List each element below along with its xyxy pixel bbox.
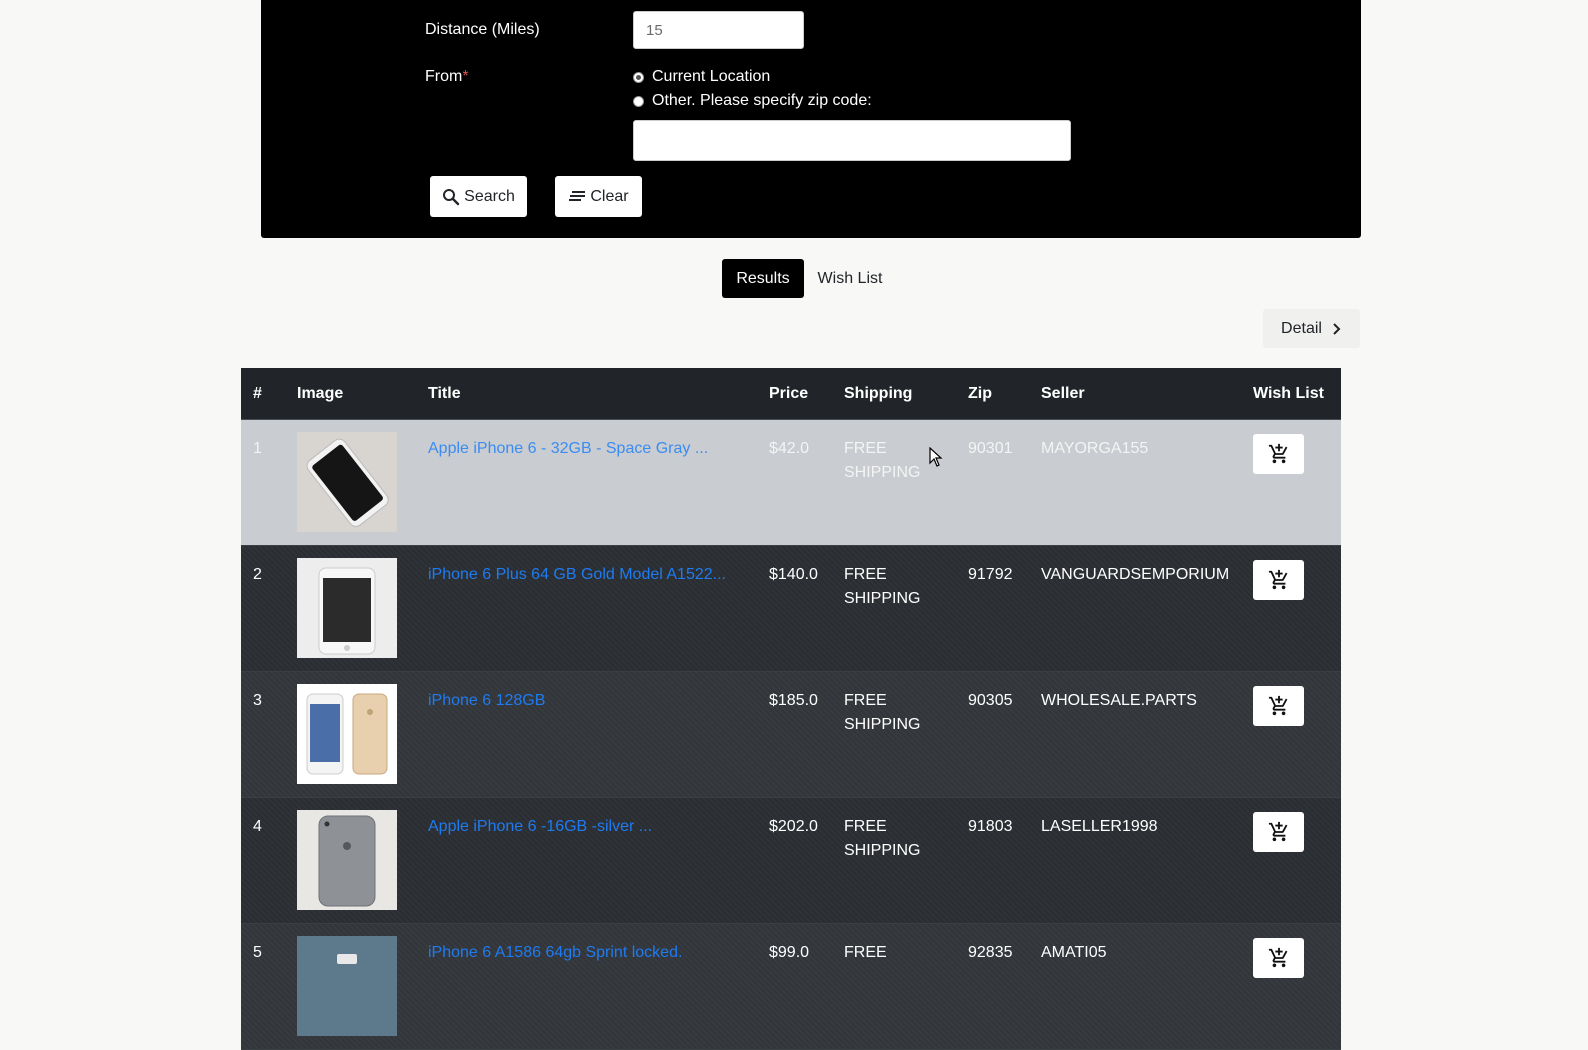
search-button[interactable]: Search <box>430 176 527 217</box>
header-image: Image <box>297 385 344 402</box>
search-form-panel: Distance (Miles) From* Current Location … <box>261 0 1361 238</box>
product-seller: VANGUARDSEMPORIUM <box>1041 566 1230 583</box>
product-shipping: FREE SHIPPING <box>844 815 920 863</box>
product-shipping: FREE SHIPPING <box>844 689 920 737</box>
product-price: $42.0 <box>769 440 810 457</box>
product-image[interactable] <box>297 810 397 910</box>
header-seller: Seller <box>1041 385 1085 402</box>
shipping-line-1: FREE <box>844 692 887 709</box>
shipping-line-2: SHIPPING <box>844 590 921 607</box>
header-title: Title <box>428 385 461 402</box>
product-seller: MAYORGA155 <box>1041 440 1149 457</box>
detail-label: Detail <box>1281 319 1322 337</box>
product-zip: 90305 <box>968 692 1013 709</box>
product-zip: 91803 <box>968 818 1013 835</box>
header-price: Price <box>769 385 809 402</box>
product-title-link[interactable]: iPhone 6 A1586 64gb Sprint locked. <box>428 941 682 965</box>
table-row[interactable]: 3 iPhone 6 128GB $185.0 FREE SHIPPING 90… <box>241 672 1341 798</box>
required-mark: * <box>462 68 469 85</box>
product-image[interactable] <box>297 684 397 784</box>
radio-other-label: Other. Please specify zip code: <box>652 92 872 109</box>
table-row[interactable]: 2 iPhone 6 Plus 64 GB Gold Model A1522..… <box>241 546 1341 672</box>
clear-label: Clear <box>590 187 629 205</box>
table-row[interactable]: 5 iPhone 6 A1586 64gb Sprint locked. $99… <box>241 924 1341 1050</box>
product-price: $140.0 <box>769 566 818 583</box>
detail-button[interactable]: Detail <box>1263 309 1360 348</box>
product-title-link[interactable]: Apple iPhone 6 - 32GB - Space Gray ... <box>428 437 708 461</box>
distance-label: Distance (Miles) <box>425 21 540 38</box>
header-shipping: Shipping <box>844 385 913 402</box>
search-icon <box>443 188 460 205</box>
product-photo <box>297 936 397 1036</box>
add-to-wish-list-button[interactable] <box>1253 560 1304 600</box>
product-title-link[interactable]: Apple iPhone 6 -16GB -silver ... <box>428 815 652 839</box>
product-image[interactable] <box>297 558 397 658</box>
radio-other-zip[interactable]: Other. Please specify zip code: <box>633 92 872 110</box>
product-seller: WHOLESALE.PARTS <box>1041 692 1197 709</box>
add-to-wish-list-button[interactable] <box>1253 812 1304 852</box>
product-zip: 90301 <box>968 440 1013 457</box>
radio-current-location[interactable]: Current Location <box>633 68 770 86</box>
shipping-line-1: FREE <box>844 818 887 835</box>
tab-results[interactable]: Results <box>722 259 804 298</box>
results-table: # Image Title Price Shipping Zip Seller … <box>241 368 1341 1050</box>
row-num: 1 <box>253 440 262 457</box>
shipping-line-1: FREE <box>844 944 887 961</box>
add-shopping-cart-icon <box>1268 443 1287 464</box>
shipping-line-1: FREE <box>844 440 887 457</box>
product-seller: LASELLER1998 <box>1041 818 1158 835</box>
search-label: Search <box>464 187 515 205</box>
product-zip: 91792 <box>968 566 1013 583</box>
add-shopping-cart-icon <box>1268 821 1287 842</box>
shipping-line-1: FREE <box>844 566 887 583</box>
from-label: From* <box>425 68 469 86</box>
product-title-link[interactable]: iPhone 6 Plus 64 GB Gold Model A1522... <box>428 563 726 587</box>
product-photo <box>297 810 397 910</box>
add-to-wish-list-button[interactable] <box>1253 938 1304 978</box>
table-header: # Image Title Price Shipping Zip Seller … <box>241 368 1341 420</box>
tab-wish-list[interactable]: Wish List <box>810 259 890 298</box>
zip-input[interactable] <box>633 120 1071 161</box>
radio-current-indicator[interactable] <box>633 71 644 83</box>
add-to-wish-list-button[interactable] <box>1253 686 1304 726</box>
product-image[interactable] <box>297 936 397 1036</box>
product-price: $202.0 <box>769 818 818 835</box>
mouse-cursor-icon <box>929 447 943 467</box>
product-photo <box>297 684 397 784</box>
shipping-line-2: SHIPPING <box>844 716 921 733</box>
product-seller: AMATI05 <box>1041 944 1107 961</box>
radio-current-label: Current Location <box>652 68 771 85</box>
chevron-right-icon <box>1333 322 1341 335</box>
clear-sort-icon <box>569 190 586 201</box>
add-shopping-cart-icon <box>1268 569 1287 590</box>
product-title-link[interactable]: iPhone 6 128GB <box>428 689 545 713</box>
add-shopping-cart-icon <box>1268 695 1287 716</box>
from-label-text: From <box>425 68 463 85</box>
product-zip: 92835 <box>968 944 1013 961</box>
row-num: 3 <box>253 692 262 709</box>
distance-input[interactable] <box>633 11 804 49</box>
header-wish-list: Wish List <box>1253 385 1324 402</box>
radio-other-indicator[interactable] <box>633 95 644 107</box>
shipping-line-2: SHIPPING <box>844 842 921 859</box>
header-num: # <box>253 385 262 402</box>
table-row[interactable]: 4 Apple iPhone 6 -16GB -silver ... $202.… <box>241 798 1341 924</box>
header-zip: Zip <box>968 385 992 402</box>
row-num: 4 <box>253 818 262 835</box>
product-image[interactable] <box>297 432 397 532</box>
row-num: 2 <box>253 566 262 583</box>
table-row[interactable]: 1 Apple iPhone 6 - 32GB - Space Gray ...… <box>241 420 1341 546</box>
add-shopping-cart-icon <box>1268 947 1287 968</box>
clear-button[interactable]: Clear <box>555 176 642 217</box>
product-shipping: FREE SHIPPING <box>844 437 920 485</box>
row-num: 5 <box>253 944 262 961</box>
product-shipping: FREE <box>844 941 887 965</box>
add-to-wish-list-button[interactable] <box>1253 434 1304 474</box>
product-price: $99.0 <box>769 944 810 961</box>
product-photo <box>297 558 397 658</box>
product-photo <box>297 432 397 532</box>
product-shipping: FREE SHIPPING <box>844 563 920 611</box>
product-price: $185.0 <box>769 692 818 709</box>
shipping-line-2: SHIPPING <box>844 464 921 481</box>
